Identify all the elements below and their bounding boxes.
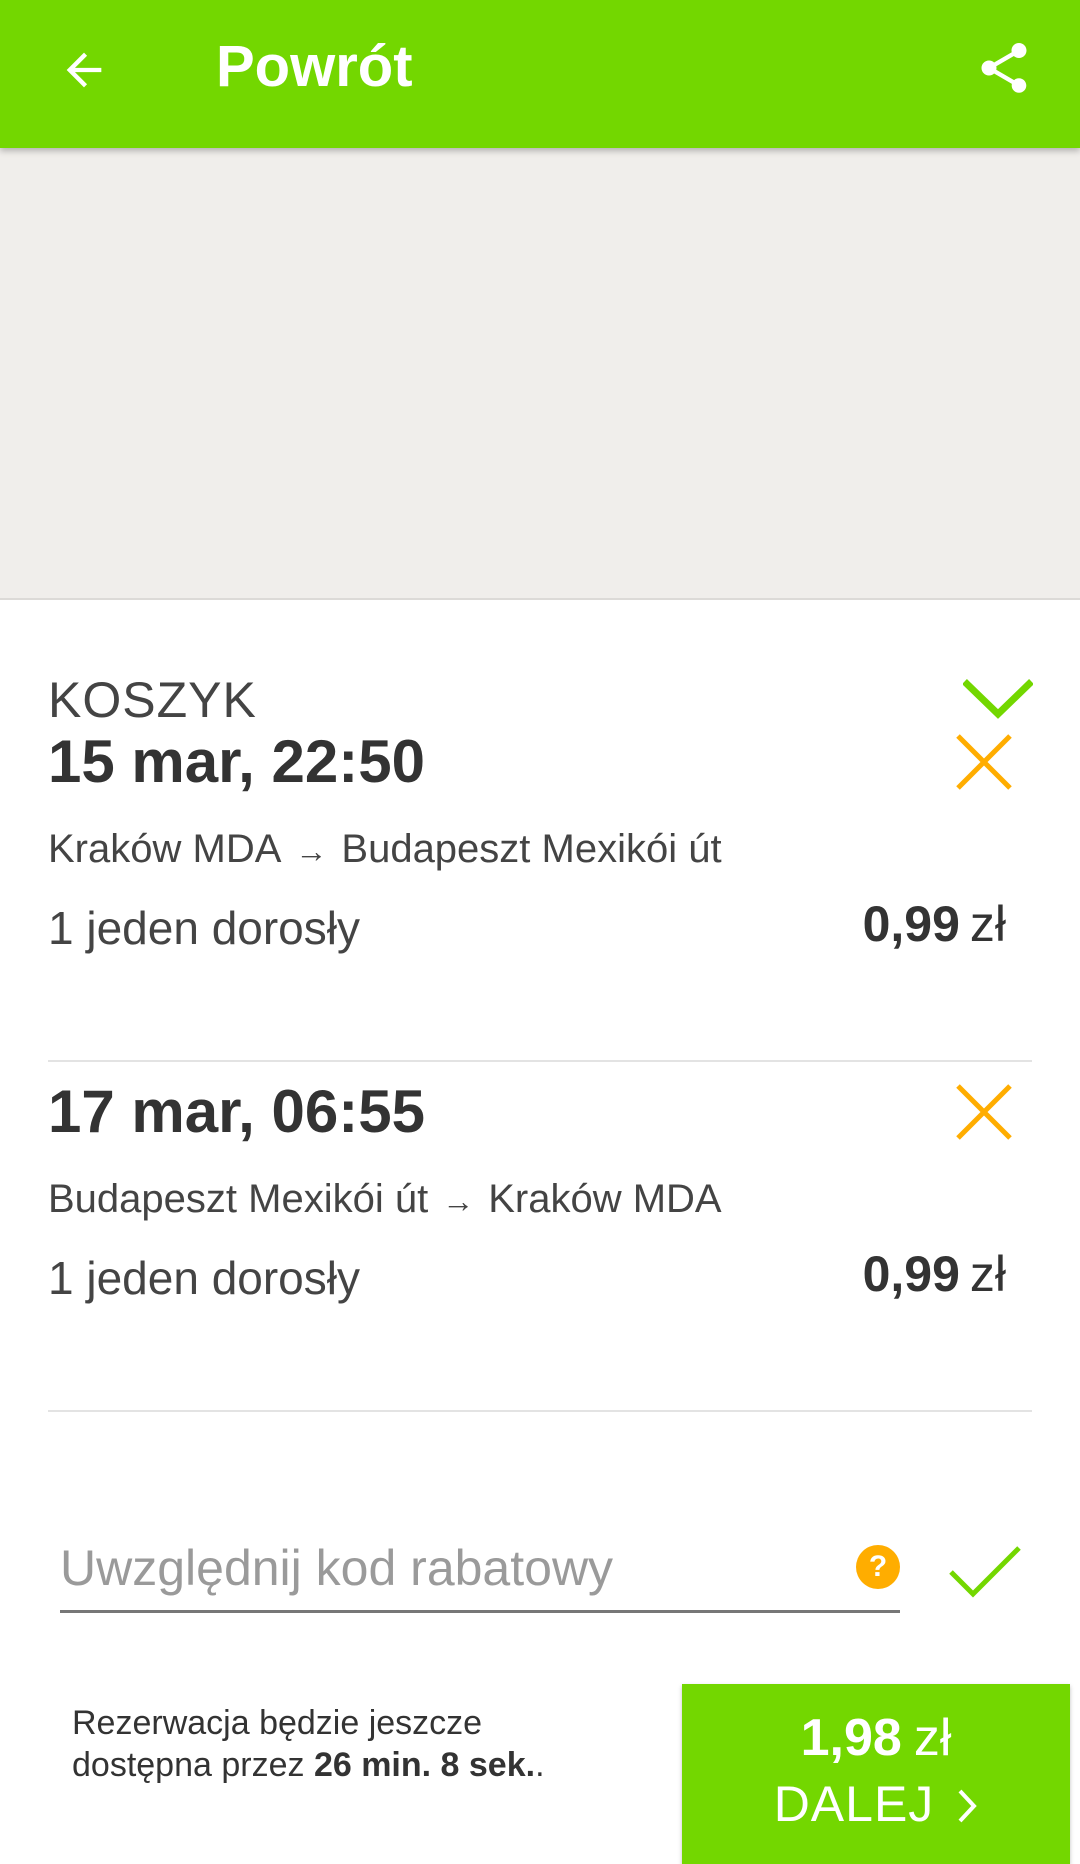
help-icon[interactable]: ?: [856, 1545, 900, 1589]
cart-item: 15 mar, 22:50 Kraków MDA → Budapeszt Mexik…: [48, 722, 1032, 1062]
close-icon: [956, 734, 1012, 790]
total-price: 1,98 zł: [682, 1708, 1070, 1768]
trip-route: Kraków MDA → Budapeszt Mexikói út: [48, 824, 722, 876]
app-bar: Powrót: [0, 0, 1080, 148]
reservation-time: 26 min. 8 sek.: [313, 1746, 536, 1784]
content-backdrop: [0, 148, 1080, 600]
page-title: Powrót: [216, 34, 413, 99]
discount-code-field: ?: [60, 1530, 900, 1613]
trip-price: 0,99 zł: [863, 1244, 1006, 1304]
reservation-suffix: .: [535, 1746, 545, 1784]
check-icon: [949, 1546, 1021, 1598]
route-arrow: →: [295, 833, 328, 869]
route-arrow: →: [442, 1183, 475, 1219]
remove-trip-button[interactable]: [944, 722, 1024, 802]
share-button[interactable]: [964, 28, 1044, 108]
cart-item: 17 mar, 06:55 Budapeszt Mexikói út → Krakó…: [48, 1072, 1032, 1412]
route-origin: Budapeszt Mexikói út: [48, 1177, 429, 1221]
trip-passengers: 1 jeden dorosły: [48, 1252, 360, 1304]
total-amount: 1,98: [800, 1709, 902, 1767]
chevron-right-icon: [958, 1789, 978, 1823]
trip-date: 15 mar, 22:50: [48, 728, 425, 795]
apply-discount-button[interactable]: [940, 1530, 1030, 1610]
remove-trip-button[interactable]: [944, 1072, 1024, 1152]
arrow-left-icon: [66, 52, 102, 88]
cart-title: KOSZYK: [48, 672, 257, 728]
total-currency: zł: [913, 1709, 952, 1767]
trip-passengers: 1 jeden dorosły: [48, 902, 360, 954]
reservation-line-2: dostępna przez: [72, 1746, 314, 1784]
cart-sheet: KOSZYK 15 mar, 22:50 Kraków MDA → Budapesz…: [0, 600, 1080, 1864]
cart-collapse-button[interactable]: [958, 670, 1038, 730]
next-label-text: DALEJ: [773, 1776, 935, 1832]
price-currency: zł: [969, 1246, 1006, 1302]
next-label: DALEJ: [682, 1774, 1070, 1834]
discount-code-input[interactable]: [60, 1530, 840, 1606]
route-origin: Kraków MDA: [48, 827, 282, 871]
close-icon: [956, 1084, 1012, 1140]
price-amount: 0,99: [862, 896, 960, 952]
price-amount: 0,99: [862, 1246, 960, 1302]
divider: [48, 1060, 1032, 1062]
route-destination: Kraków MDA: [488, 1177, 722, 1221]
cart-header: KOSZYK: [48, 670, 1038, 730]
divider: [48, 1410, 1032, 1412]
checkout-footer: Rezerwacja będzie jeszcze dostępna przez…: [0, 1640, 1080, 1864]
share-icon: [981, 43, 1027, 93]
back-button[interactable]: [44, 30, 124, 110]
trip-price: 0,99 zł: [863, 894, 1006, 954]
reservation-line-1: Rezerwacja będzie jeszcze: [72, 1704, 483, 1742]
trip-route: Budapeszt Mexikói út → Kraków MDA: [48, 1174, 722, 1226]
reservation-timer-text: Rezerwacja będzie jeszcze dostępna przez…: [72, 1702, 545, 1786]
chevron-down-icon: [963, 679, 1033, 719]
price-currency: zł: [969, 896, 1006, 952]
next-button[interactable]: 1,98 zł DALEJ: [682, 1684, 1070, 1864]
route-destination: Budapeszt Mexikói út: [341, 827, 722, 871]
trip-date: 17 mar, 06:55: [48, 1078, 425, 1145]
